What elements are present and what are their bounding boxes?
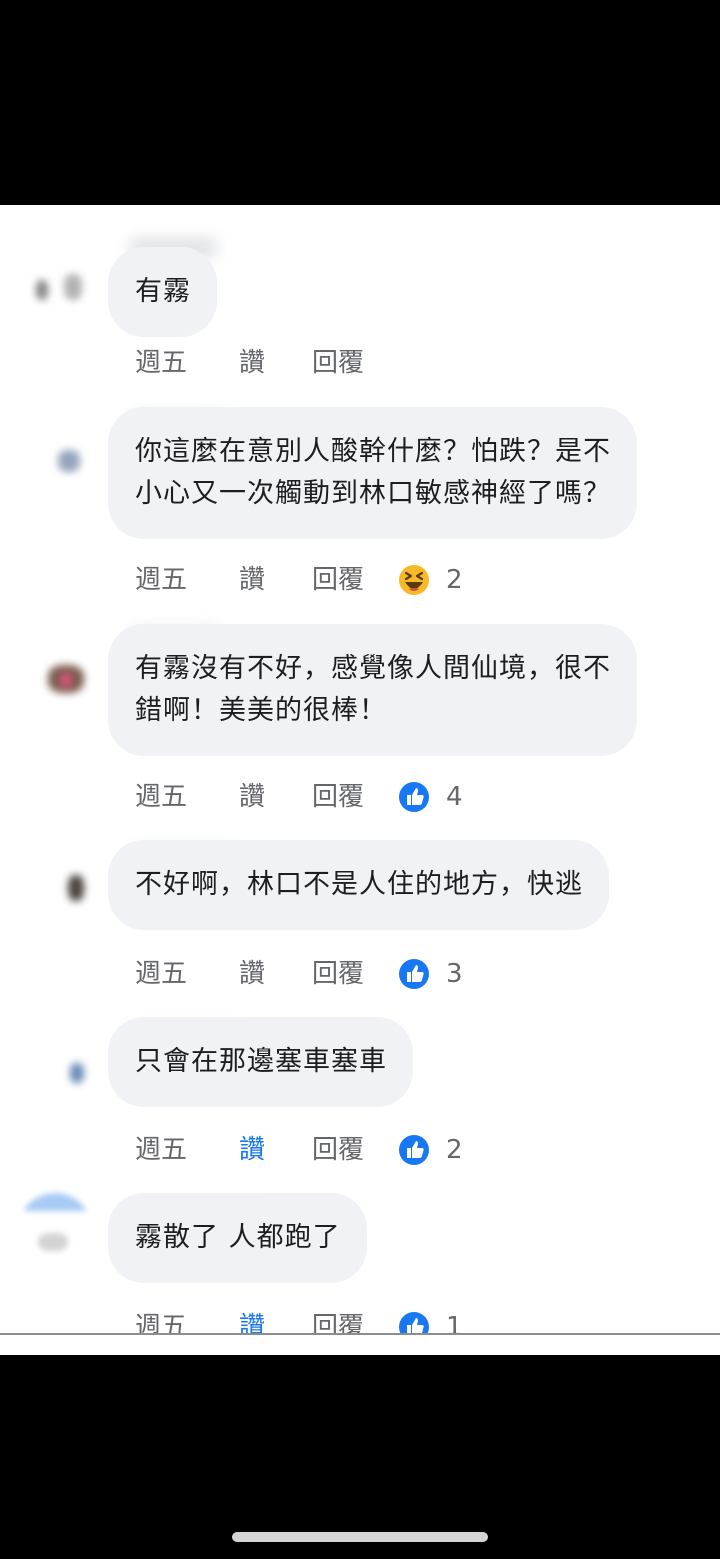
comment-bubble: 有霧: [108, 247, 217, 337]
reply-button[interactable]: 回覆: [312, 1307, 364, 1333]
like-button[interactable]: 讚: [239, 777, 265, 817]
like-icon[interactable]: [398, 1134, 430, 1166]
like-button[interactable]: 讚: [239, 1307, 265, 1333]
comment-time[interactable]: 週五: [135, 777, 187, 817]
comment-time[interactable]: 週五: [135, 343, 187, 383]
comment-time[interactable]: 週五: [135, 1307, 187, 1333]
comment-list: 有霧 週五 讚 回覆 你這麼在意別人酸幹什麼？怕跌？是不 小心又一次觸動到林口敏…: [0, 205, 720, 1333]
reaction-count: 2: [446, 565, 463, 595]
comment-bubble: 你這麼在意別人酸幹什麼？怕跌？是不 小心又一次觸動到林口敏感神經了嗎？: [108, 407, 637, 539]
comment-bubble: 不好啊，林口不是人住的地方，快逃: [108, 840, 609, 930]
like-icon[interactable]: [398, 781, 430, 813]
comment-bubble: 有霧沒有不好，感覺像人間仙境，很不 錯啊！美美的很棒！: [108, 624, 637, 756]
reaction-count: 1: [446, 1312, 463, 1333]
home-indicator[interactable]: [232, 1532, 488, 1542]
like-icon[interactable]: [398, 958, 430, 990]
avatar[interactable]: [18, 845, 92, 919]
haha-icon[interactable]: [398, 564, 430, 596]
comment-time[interactable]: 週五: [135, 1130, 187, 1170]
avatar[interactable]: [18, 250, 92, 324]
like-button[interactable]: 讚: [239, 1130, 265, 1170]
comment-bubble: 霧散了 人都跑了: [108, 1193, 367, 1283]
comment-time[interactable]: 週五: [135, 954, 187, 994]
comment-list-screenshot: 有霧 週五 讚 回覆 你這麼在意別人酸幹什麼？怕跌？是不 小心又一次觸動到林口敏…: [0, 205, 720, 1355]
reaction-count: 3: [446, 959, 463, 989]
avatar[interactable]: [18, 1027, 92, 1101]
like-icon[interactable]: [398, 1311, 430, 1333]
divider: [0, 1333, 720, 1335]
like-button[interactable]: 讚: [239, 560, 265, 600]
reaction-count: 2: [446, 1135, 463, 1165]
avatar[interactable]: [18, 635, 92, 709]
reply-button[interactable]: 回覆: [312, 954, 364, 994]
comment-time[interactable]: 週五: [135, 560, 187, 600]
avatar[interactable]: [18, 430, 92, 504]
comment-bubble: 只會在那邊塞車塞車: [108, 1017, 413, 1107]
reply-button[interactable]: 回覆: [312, 777, 364, 817]
avatar[interactable]: [18, 1193, 92, 1267]
like-button[interactable]: 讚: [239, 343, 265, 383]
reaction-count: 4: [446, 782, 463, 812]
reply-button[interactable]: 回覆: [312, 343, 364, 383]
like-button[interactable]: 讚: [239, 954, 265, 994]
reply-button[interactable]: 回覆: [312, 560, 364, 600]
reply-button[interactable]: 回覆: [312, 1130, 364, 1170]
